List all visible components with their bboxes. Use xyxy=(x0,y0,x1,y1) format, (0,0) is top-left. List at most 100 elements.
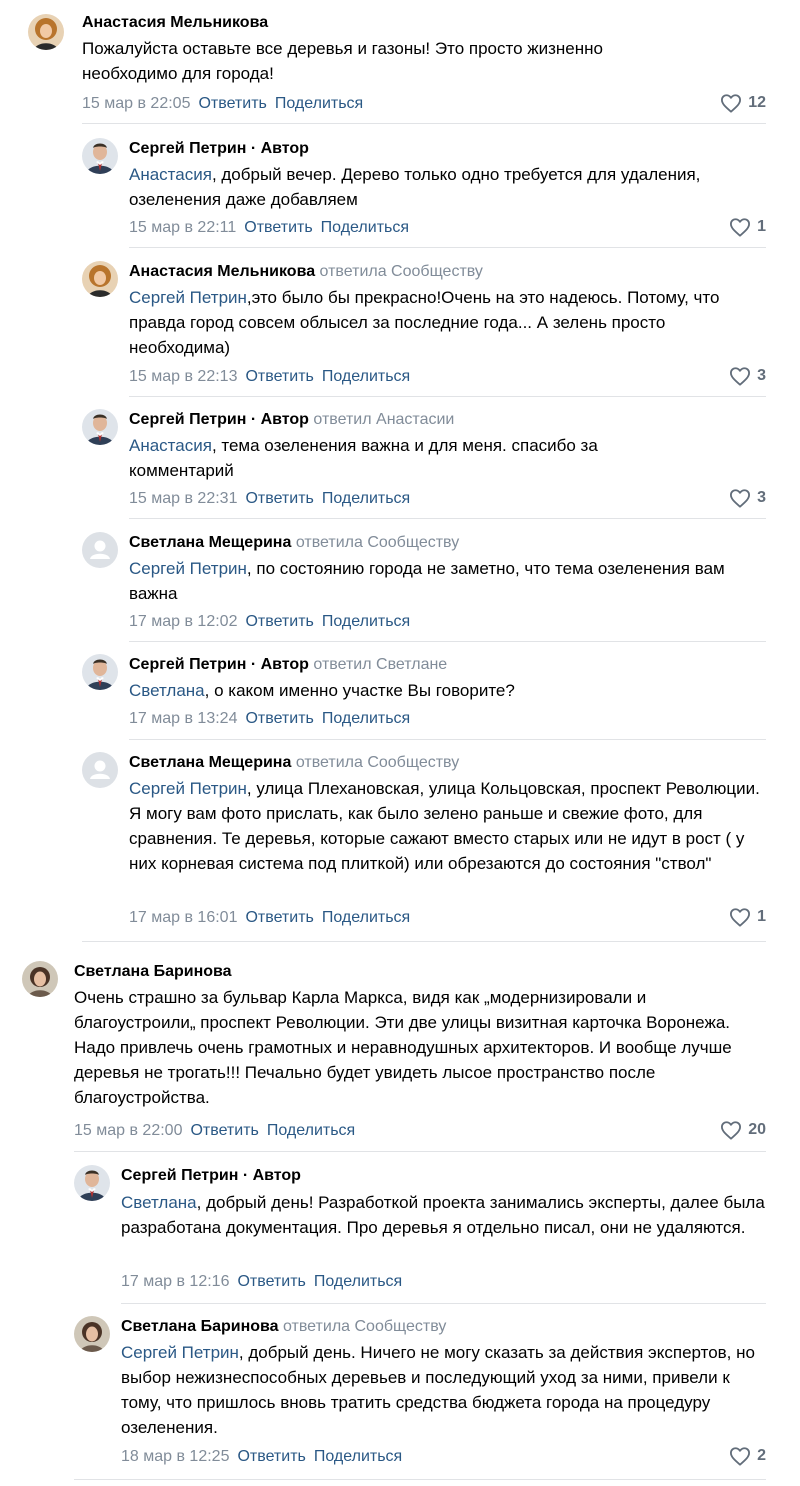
comment-meta: 18 мар в 12:25 Ответить Поделиться xyxy=(121,1447,402,1467)
reply-button[interactable]: Ответить xyxy=(244,219,312,236)
share-button[interactable]: Поделиться xyxy=(322,613,410,630)
mention-link[interactable]: Анастасия xyxy=(129,436,212,455)
avatar[interactable] xyxy=(82,138,118,174)
mention-link[interactable]: Анастасия xyxy=(129,165,212,184)
comment-text: Очень страшно за бульвар Карла Маркса, в… xyxy=(74,988,732,1107)
avatar[interactable] xyxy=(82,752,118,788)
avatar[interactable] xyxy=(82,261,118,297)
avatar[interactable] xyxy=(82,532,118,568)
replied-to: ответила Сообществу xyxy=(282,1318,447,1335)
reply-button[interactable]: Ответить xyxy=(245,710,313,727)
comment-meta: 15 мар в 22:11 Ответить Поделиться xyxy=(129,218,409,238)
like-button[interactable]: 1 xyxy=(729,907,766,927)
mention-link[interactable]: Сергей Петрин xyxy=(129,779,247,798)
comment-author[interactable]: Светлана Баринова ответила Сообществу xyxy=(121,1317,446,1337)
comment-author[interactable]: Светлана Мещерина ответила Сообществу xyxy=(129,753,459,773)
reply-button[interactable]: Ответить xyxy=(198,95,266,112)
reply-button[interactable]: Ответить xyxy=(190,1122,258,1139)
comment-author[interactable]: Сергей Петрин · Автор xyxy=(129,139,309,159)
comment-author[interactable]: Сергей Петрин · Автор ответил Светлане xyxy=(129,655,447,675)
comment-time[interactable]: 15 мар в 22:00 xyxy=(74,1122,182,1139)
share-button[interactable]: Поделиться xyxy=(314,1273,402,1290)
share-button[interactable]: Поделиться xyxy=(321,219,409,236)
divider xyxy=(129,739,766,740)
comment-meta: 15 мар в 22:00 Ответить Поделиться xyxy=(74,1121,355,1141)
like-button[interactable]: 2 xyxy=(729,1446,766,1466)
divider xyxy=(129,247,766,248)
comment-author[interactable]: Сергей Петрин · Автор xyxy=(121,1166,301,1186)
share-button[interactable]: Поделиться xyxy=(322,909,410,926)
comment-meta: 15 мар в 22:31 Ответить Поделиться xyxy=(129,489,410,509)
reply-button[interactable]: Ответить xyxy=(245,613,313,630)
comment-text: Анастасия, тема озеленения важна и для м… xyxy=(129,436,598,480)
divider xyxy=(74,1479,766,1480)
comment-time[interactable]: 17 мар в 12:02 xyxy=(129,613,237,630)
divider xyxy=(129,518,766,519)
share-button[interactable]: Поделиться xyxy=(322,710,410,727)
comment-text: Сергей Петрин, добрый день. Ничего не мо… xyxy=(121,1343,755,1437)
reply-button[interactable]: Ответить xyxy=(245,490,313,507)
comment-author[interactable]: Анастасия Мельникова xyxy=(82,13,268,33)
comment-time[interactable]: 15 мар в 22:13 xyxy=(129,368,237,385)
like-count: 1 xyxy=(757,218,766,235)
comment-time[interactable]: 17 мар в 12:16 xyxy=(121,1273,229,1290)
comment-time[interactable]: 15 мар в 22:05 xyxy=(82,95,190,112)
comment-time[interactable]: 17 мар в 16:01 xyxy=(129,909,237,926)
replied-to: ответил Светлане xyxy=(313,656,448,673)
like-button[interactable]: 1 xyxy=(729,217,766,237)
like-button[interactable]: 3 xyxy=(729,366,766,386)
comment-author[interactable]: Сергей Петрин · Автор ответил Анастасии xyxy=(129,410,454,430)
heart-icon xyxy=(729,907,751,927)
avatar[interactable] xyxy=(74,1316,110,1352)
like-count: 20 xyxy=(748,1121,766,1138)
heart-icon xyxy=(720,93,742,113)
like-button[interactable]: 20 xyxy=(720,1120,766,1140)
like-count: 3 xyxy=(757,489,766,506)
comment-text: Сергей Петрин,это было бы прекрасно!Очен… xyxy=(129,288,720,357)
mention-link[interactable]: Сергей Петрин xyxy=(121,1343,239,1362)
comment-author[interactable]: Анастасия Мельникова ответила Сообществу xyxy=(129,262,483,282)
comment-time[interactable]: 15 мар в 22:31 xyxy=(129,490,237,507)
avatar[interactable] xyxy=(82,409,118,445)
comment-meta: 15 мар в 22:13 Ответить Поделиться xyxy=(129,367,410,387)
avatar[interactable] xyxy=(74,1165,110,1201)
share-button[interactable]: Поделиться xyxy=(267,1122,355,1139)
mention-link[interactable]: Светлана xyxy=(129,681,205,700)
like-count: 2 xyxy=(757,1447,766,1464)
comment-time[interactable]: 15 мар в 22:11 xyxy=(129,219,236,236)
comment-time[interactable]: 18 мар в 12:25 xyxy=(121,1448,229,1465)
reply-button[interactable]: Ответить xyxy=(237,1448,305,1465)
like-count: 3 xyxy=(757,367,766,384)
like-button[interactable]: 12 xyxy=(720,93,766,113)
avatar[interactable] xyxy=(22,961,58,997)
like-button[interactable]: 3 xyxy=(729,488,766,508)
reply-button[interactable]: Ответить xyxy=(237,1273,305,1290)
comment-meta: 17 мар в 12:02 Ответить Поделиться xyxy=(129,612,410,632)
comment-meta: 17 мар в 16:01 Ответить Поделиться xyxy=(129,908,410,928)
avatar[interactable] xyxy=(28,14,64,50)
reply-button[interactable]: Ответить xyxy=(245,368,313,385)
heart-icon xyxy=(720,1120,742,1140)
author-badge: · Автор xyxy=(238,1167,301,1184)
share-button[interactable]: Поделиться xyxy=(314,1448,402,1465)
comment-text: Светлана, о каком именно участке Вы гово… xyxy=(129,681,515,700)
comment-author[interactable]: Светлана Мещерина ответила Сообществу xyxy=(129,533,459,553)
mention-link[interactable]: Светлана xyxy=(121,1193,197,1212)
comment-meta: 17 мар в 13:24 Ответить Поделиться xyxy=(129,709,410,729)
avatar[interactable] xyxy=(82,654,118,690)
mention-link[interactable]: Сергей Петрин xyxy=(129,559,247,578)
default-avatar-icon xyxy=(82,532,118,568)
share-button[interactable]: Поделиться xyxy=(275,95,363,112)
default-avatar-icon xyxy=(82,752,118,788)
heart-icon xyxy=(729,1446,751,1466)
comment-author[interactable]: Светлана Баринова xyxy=(74,962,232,982)
mention-link[interactable]: Сергей Петрин xyxy=(129,288,247,307)
divider xyxy=(129,641,766,642)
reply-button[interactable]: Ответить xyxy=(245,909,313,926)
share-button[interactable]: Поделиться xyxy=(322,368,410,385)
comment-text: Светлана, добрый день! Разработкой проек… xyxy=(121,1193,765,1237)
comment-text: Сергей Петрин, улица Плехановская, улица… xyxy=(129,779,760,873)
share-button[interactable]: Поделиться xyxy=(322,490,410,507)
comment-time[interactable]: 17 мар в 13:24 xyxy=(129,710,237,727)
replied-to: ответила Сообществу xyxy=(295,754,460,771)
